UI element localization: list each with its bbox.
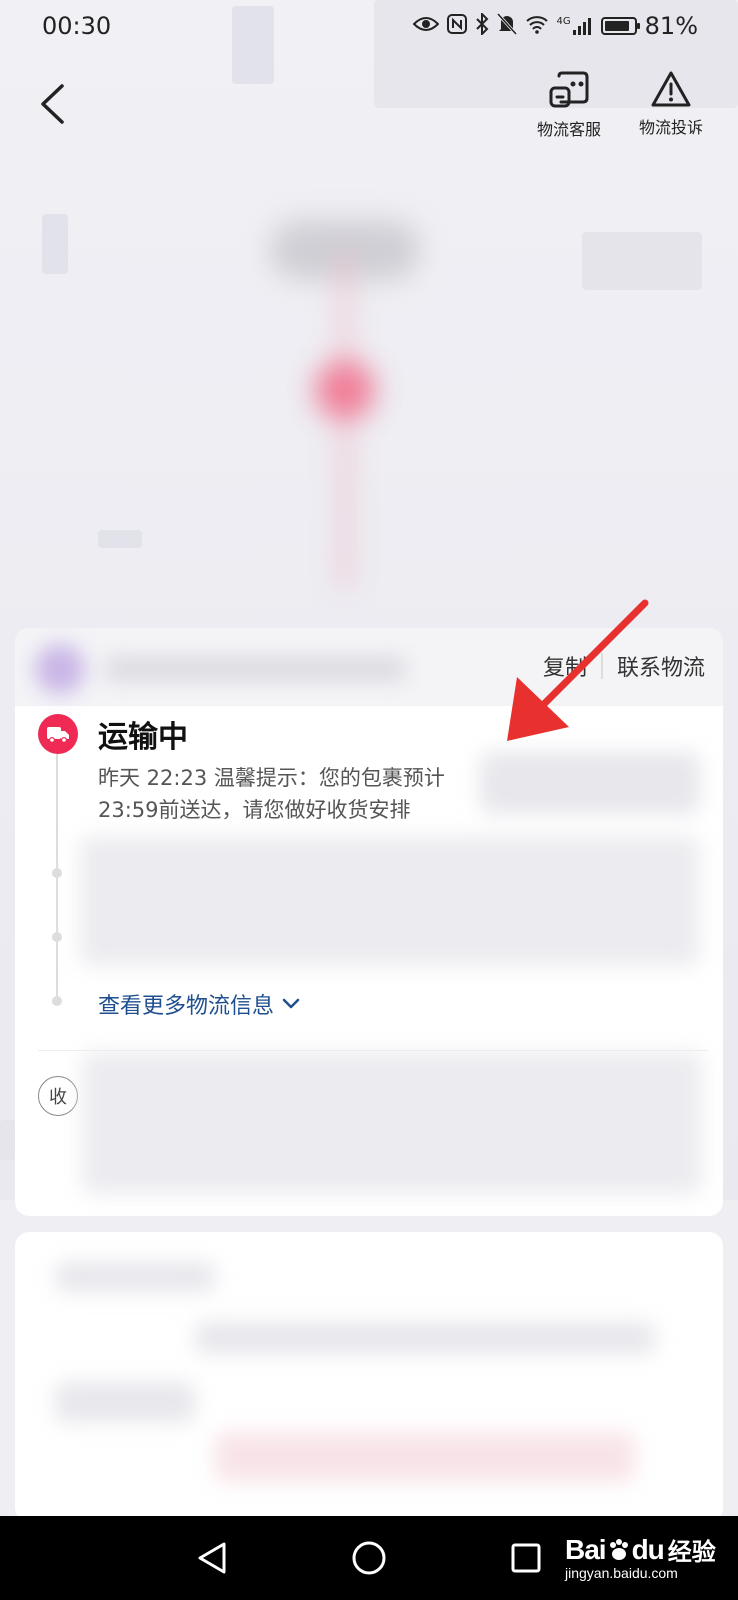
nav-recent-button[interactable] <box>506 1538 546 1578</box>
square-recent-icon <box>511 1543 541 1573</box>
battery-percent: 81% <box>644 12 698 40</box>
courier-info-blurred <box>35 644 475 694</box>
status-icons: 4G 81% <box>412 11 698 40</box>
logistics-service-button[interactable]: 物流客服 <box>524 70 614 140</box>
shipment-status-description: 昨天 22:23 温馨提示：您的包裹预计23:59前送达，请您做好收货安排 <box>98 766 445 822</box>
back-button[interactable] <box>30 78 74 130</box>
blurred-content <box>215 1432 635 1482</box>
status-bar: 00:30 4G 81% <box>0 0 738 52</box>
blurred-content <box>195 1322 655 1354</box>
nav-home-button[interactable] <box>349 1538 389 1578</box>
paw-icon <box>609 1538 628 1560</box>
battery-icon <box>600 17 640 35</box>
bluetooth-icon <box>475 11 489 40</box>
shipment-status-title: 运输中 <box>98 720 188 755</box>
eye-icon <box>412 14 439 38</box>
nav-back-button[interactable] <box>192 1538 232 1578</box>
blurred-content <box>55 1382 195 1422</box>
signal-icon: 4G <box>557 17 593 35</box>
card-divider <box>38 1050 708 1051</box>
chevron-left-icon <box>41 84 64 124</box>
baidu-jingyan-watermark: Bai du 经验 jingyan.baidu.com <box>565 1533 716 1582</box>
triangle-back-icon <box>198 1542 226 1574</box>
truck-status-icon <box>38 714 78 754</box>
order-info-card <box>15 1232 723 1522</box>
circle-home-icon <box>352 1541 386 1575</box>
annotation-arrow <box>507 599 649 741</box>
bell-muted-icon <box>496 12 517 40</box>
more-logistics-label: 查看更多物流信息 <box>98 994 275 1019</box>
wifi-icon <box>525 14 549 39</box>
chevron-down-icon <box>282 998 300 1009</box>
customer-service-icon <box>549 71 589 108</box>
blurred-receiver-info <box>82 1052 702 1194</box>
logistics-complaint-button[interactable]: 物流投诉 <box>626 70 716 140</box>
timeline-dot <box>52 996 62 1006</box>
timeline-dot <box>52 932 62 942</box>
map-block <box>98 530 142 548</box>
warning-icon <box>651 71 691 107</box>
map-block <box>582 232 702 290</box>
blurred-content <box>480 752 700 814</box>
nfc-icon <box>446 13 467 39</box>
logistics-complaint-label: 物流投诉 <box>638 118 703 137</box>
status-time: 00:30 <box>42 12 112 40</box>
logistics-service-label: 物流客服 <box>536 120 601 139</box>
map-block <box>42 214 68 274</box>
timeline-dot <box>52 868 62 878</box>
blurred-content <box>55 1262 215 1292</box>
map-route <box>270 220 420 620</box>
blurred-timeline-entries <box>80 836 700 966</box>
more-logistics-link[interactable]: 查看更多物流信息 <box>98 988 300 1020</box>
receiver-badge: 收 <box>38 1076 78 1116</box>
map-block <box>0 1120 15 1160</box>
